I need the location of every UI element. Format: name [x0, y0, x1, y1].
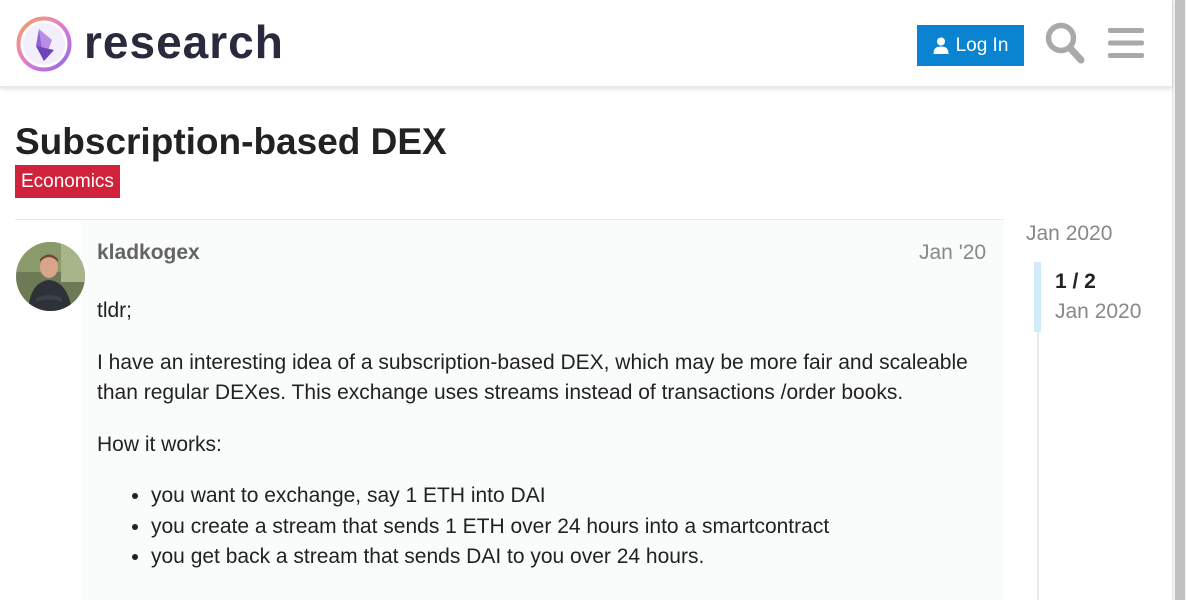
- post-paragraph: tldr;: [97, 299, 133, 322]
- category-badge[interactable]: Economics: [15, 165, 120, 198]
- login-label: Log In: [955, 34, 1009, 56]
- page-scrollbar[interactable]: [1172, 0, 1186, 600]
- topic-title[interactable]: Subscription-based DEX: [15, 120, 447, 164]
- post-paragraph: How it works:: [97, 432, 222, 456]
- timeline-position: 1 / 2: [1055, 270, 1096, 293]
- post-paragraph: I have an interesting idea of a subscrip…: [97, 350, 968, 405]
- post-bullet-list: you want to exchange, say 1 ETH into DAI…: [151, 481, 987, 573]
- list-item: you create a stream that sends 1 ETH ove…: [151, 512, 987, 543]
- ethereum-logo[interactable]: [16, 16, 72, 72]
- login-button[interactable]: Log In: [917, 25, 1024, 66]
- hamburger-menu-icon[interactable]: [1108, 26, 1144, 60]
- search-icon[interactable]: [1045, 22, 1085, 64]
- list-item: you want to exchange, say 1 ETH into DAI: [151, 481, 987, 512]
- scrollbar-thumb[interactable]: [1175, 0, 1185, 600]
- site-brand[interactable]: research: [84, 14, 284, 70]
- post-username[interactable]: kladkogex: [97, 240, 200, 266]
- user-icon: [933, 37, 949, 54]
- post-body: tldr; I have an interesting idea of a su…: [97, 296, 987, 573]
- avatar[interactable]: [16, 242, 85, 311]
- timeline-handle[interactable]: [1034, 262, 1041, 332]
- timeline-start-date[interactable]: Jan 2020: [1026, 220, 1112, 248]
- site-header: research Log In: [0, 0, 1172, 87]
- timeline-position-date: Jan 2020: [1055, 300, 1142, 323]
- post-date[interactable]: Jan '20: [919, 240, 986, 266]
- list-item: you get back a stream that sends DAI to …: [151, 542, 987, 573]
